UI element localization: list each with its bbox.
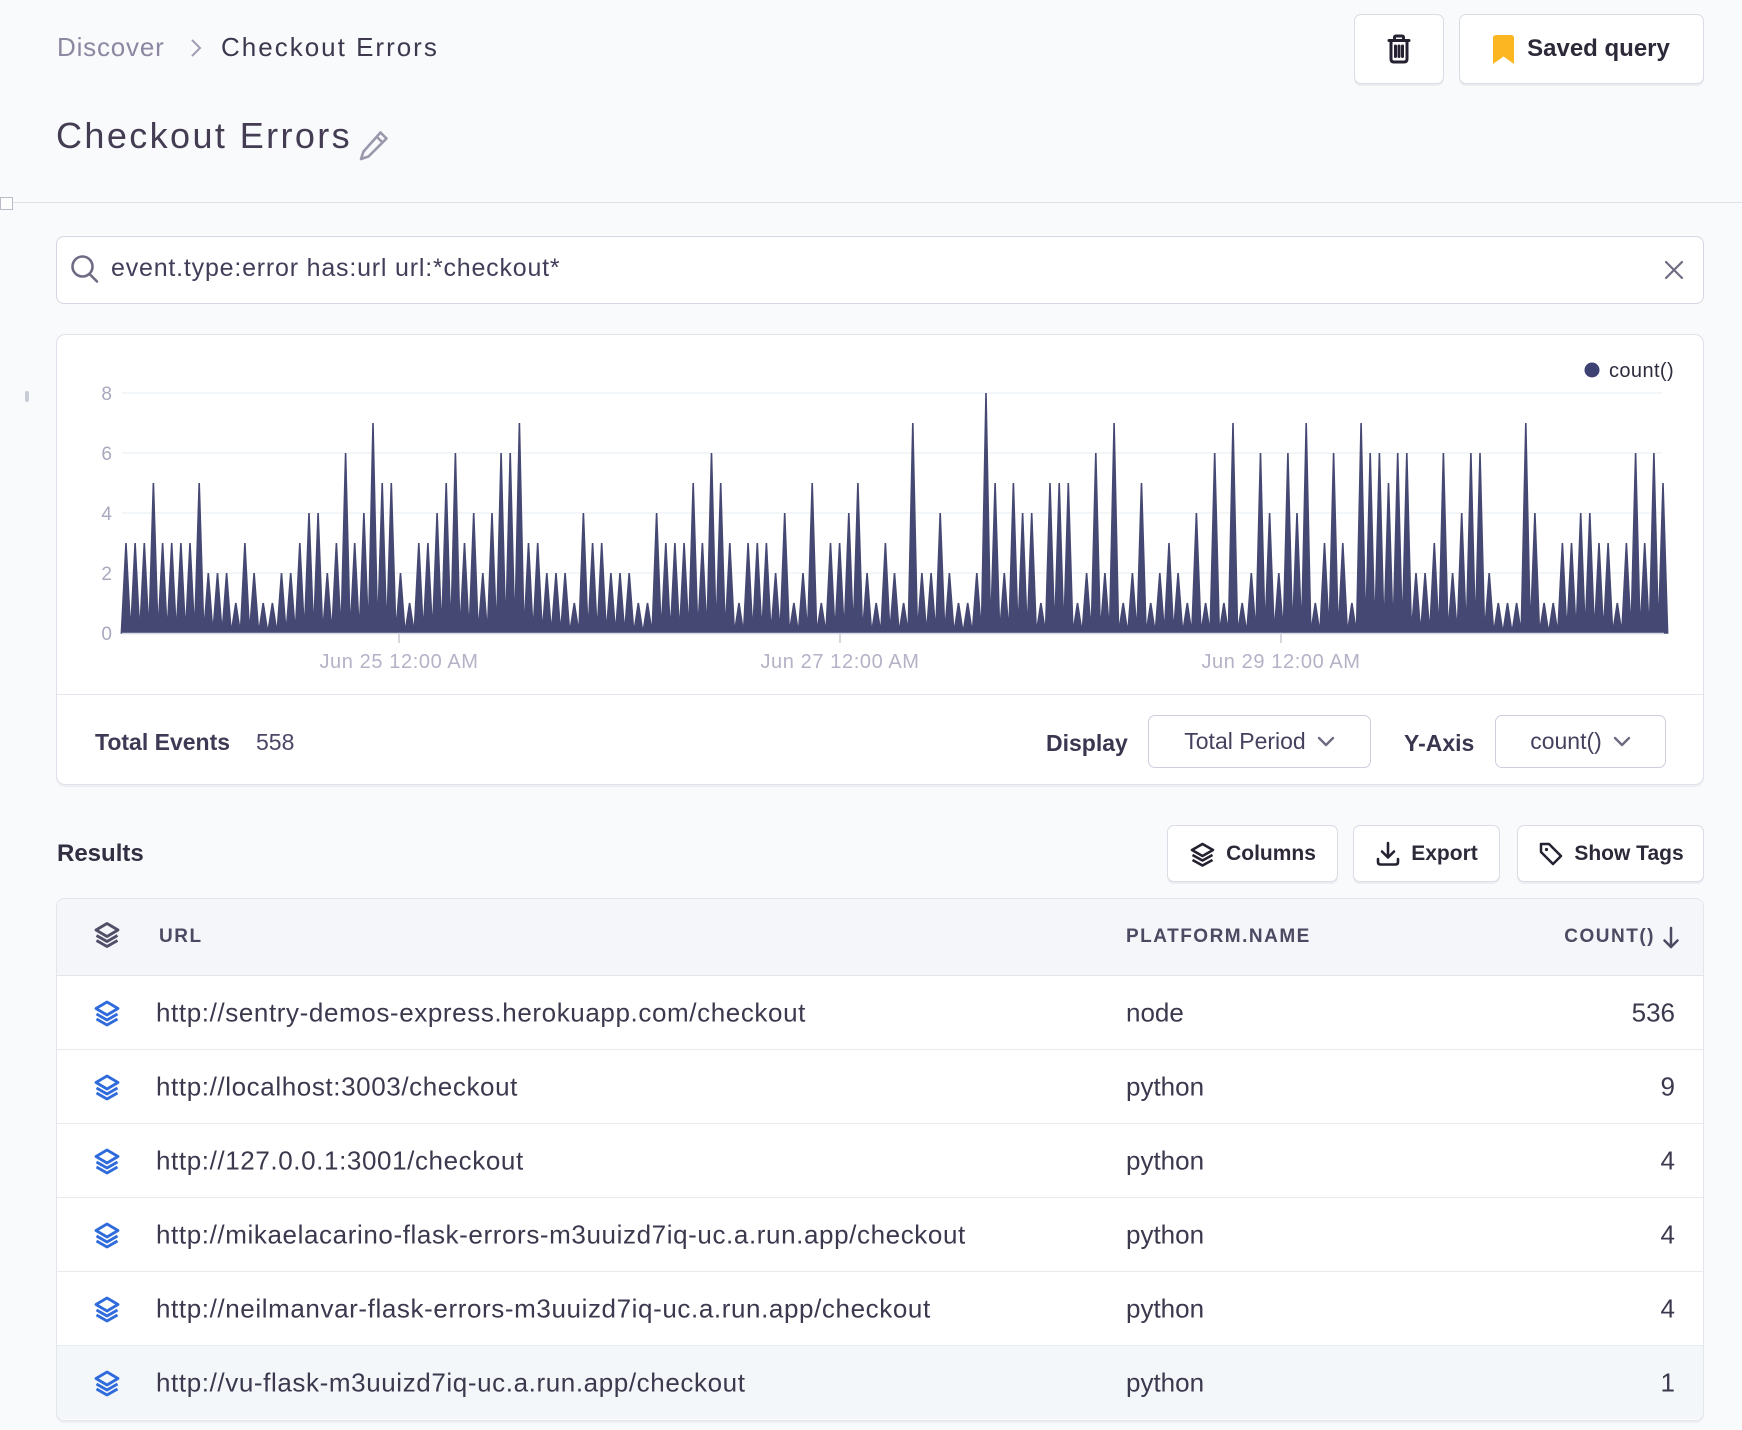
svg-text:4: 4 xyxy=(101,504,112,525)
svg-text:2: 2 xyxy=(101,564,112,585)
svg-text:8: 8 xyxy=(101,384,112,405)
svg-text:Jun 25 12:00 AM: Jun 25 12:00 AM xyxy=(319,651,478,673)
svg-text:6: 6 xyxy=(101,444,112,465)
svg-text:count(): count() xyxy=(1609,360,1674,382)
svg-text:Jun 29 12:00 AM: Jun 29 12:00 AM xyxy=(1201,651,1360,673)
svg-text:0: 0 xyxy=(101,624,112,645)
svg-text:Jun 27 12:00 AM: Jun 27 12:00 AM xyxy=(760,651,919,673)
